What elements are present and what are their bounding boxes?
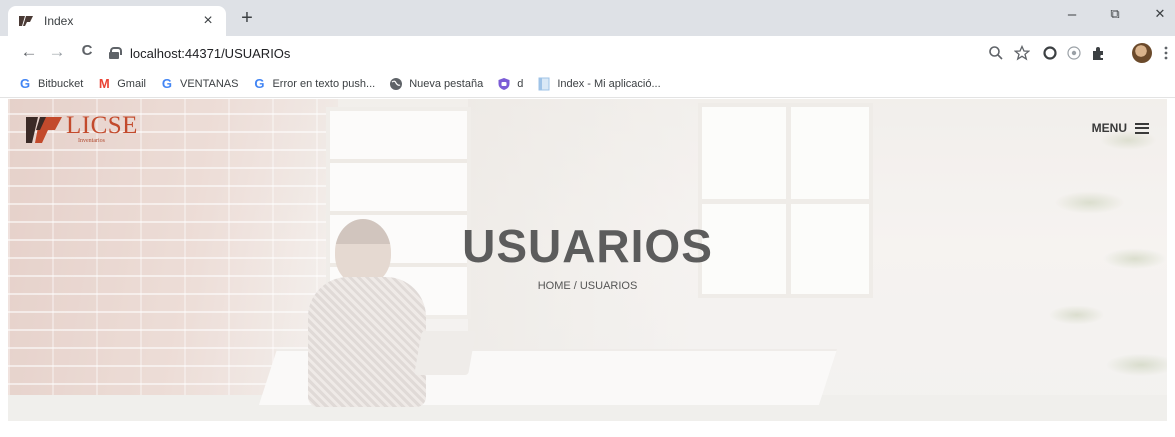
page-title: USUARIOS [462,220,713,272]
bookmark-label: Nueva pestaña [409,77,484,90]
menu-button[interactable]: MENU [1092,121,1149,135]
extension-icon[interactable] [1042,45,1058,61]
browser-tab-strip: Index × + – ⧉ ✕ [0,0,1175,36]
close-tab-icon[interactable]: × [200,12,216,30]
lock-icon[interactable] [108,47,122,59]
breadcrumb: HOME / USUARIOS [537,280,638,292]
globe-icon [390,77,403,90]
bookmark-item[interactable]: G Bitbucket [18,76,84,91]
google-icon: G [19,76,31,91]
site-favicon-icon [19,16,33,26]
bookmark-label: Error en texto push... [272,77,376,90]
tab-title: Index [44,14,74,28]
bookmark-item[interactable]: G VENTANAS [160,76,239,91]
browser-toolbar: ← → C localhost:44371/USUARIOs [0,36,1175,70]
google-icon: G [161,76,173,91]
bookmark-item[interactable]: d [497,77,523,91]
logo-name: LICSE [66,112,138,139]
shield-icon [498,77,510,90]
url-text[interactable]: localhost:44371/USUARIOs [130,46,290,61]
logo-mark-icon [26,117,62,143]
menu-label: MENU [1091,121,1127,135]
hero-banner: LICSE Inventarios MENU USUARIOS HOME / U… [8,99,1167,421]
extension-icon[interactable] [1066,45,1082,61]
new-tab-button[interactable]: + [236,7,258,30]
close-window-button[interactable]: ✕ [1150,6,1170,22]
bookmark-item[interactable]: G Error en texto push... [252,76,376,91]
puzzle-icon[interactable] [1090,45,1106,61]
more-icon[interactable] [1158,45,1174,61]
browser-tab[interactable]: Index × [8,6,226,36]
bookmark-label: Index - Mi aplicació... [557,77,661,90]
back-button[interactable]: ← [18,42,40,62]
zoom-icon[interactable] [988,45,1004,61]
avatar[interactable] [1132,43,1152,63]
bookmarks-bar: G Bitbucket M Gmail G VENTANAS G Error e… [0,70,1175,98]
bookmark-label: Bitbucket [38,77,84,90]
minimize-button[interactable]: – [1062,6,1082,23]
bookmark-label: Gmail [117,77,146,90]
page-icon [538,77,550,90]
restore-button[interactable]: ⧉ [1105,6,1125,22]
google-icon: G [254,76,265,91]
gmail-icon: M [98,76,110,91]
page-content [0,421,1175,437]
hamburger-icon [1135,122,1149,134]
forward-button[interactable]: → [46,42,68,62]
bookmark-label: VENTANAS [179,77,239,90]
bookmark-label: d [517,77,524,90]
site-logo[interactable]: LICSE Inventarios [24,113,138,147]
bookmark-item[interactable]: M Gmail [97,76,146,91]
bookmark-item[interactable]: Nueva pestaña [389,77,483,91]
bookmark-item[interactable]: Index - Mi aplicació... [537,77,661,91]
address-bar[interactable]: localhost:44371/USUARIOs [108,40,988,66]
star-icon[interactable] [1014,45,1030,61]
reload-button[interactable]: C [76,42,98,59]
